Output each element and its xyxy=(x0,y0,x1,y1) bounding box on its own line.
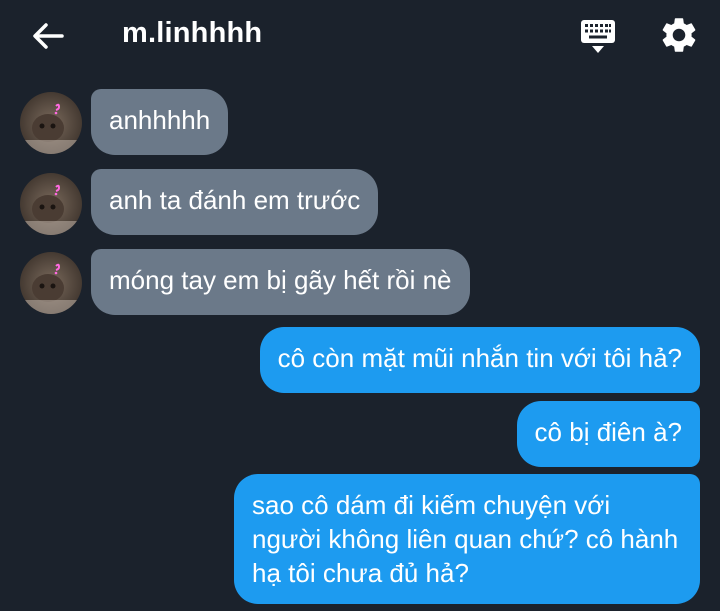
message-bubble-incoming[interactable]: anh ta đánh em trước xyxy=(91,169,379,235)
message-text: anhhhhh xyxy=(109,105,211,135)
message-bubble-incoming[interactable]: anhhhhh xyxy=(91,89,229,155)
gear-icon xyxy=(662,18,696,52)
message-text: sao cô dám đi kiếm chuyện với người khôn… xyxy=(252,490,679,588)
message-bubble-outgoing[interactable]: sao cô dám đi kiếm chuyện với người khôn… xyxy=(234,474,700,604)
cat-avatar-image xyxy=(20,252,82,314)
conversation-title: m.linhhhh xyxy=(122,17,263,49)
keyboard-button[interactable] xyxy=(578,16,618,56)
cat-avatar-image xyxy=(20,173,82,235)
message-text: anh ta đánh em trước xyxy=(109,185,361,215)
avatar[interactable] xyxy=(20,252,82,314)
avatar[interactable] xyxy=(20,92,82,154)
cat-avatar-image xyxy=(20,92,82,154)
avatar[interactable] xyxy=(20,173,82,235)
message-bubble-incoming[interactable]: móng tay em bị gãy hết rồi nè xyxy=(91,249,470,315)
message-text: cô bị điên à? xyxy=(534,417,682,447)
back-button[interactable] xyxy=(28,18,68,54)
arrow-left-icon xyxy=(33,23,64,49)
chat-header: m.linhhhh xyxy=(0,0,720,72)
keyboard-icon xyxy=(581,20,615,53)
message-bubble-outgoing[interactable]: cô còn mặt mũi nhắn tin với tôi hả? xyxy=(259,327,700,393)
message-bubble-outgoing[interactable]: cô bị điên à? xyxy=(516,401,700,467)
message-text: móng tay em bị gãy hết rồi nè xyxy=(109,265,452,295)
message-text: cô còn mặt mũi nhắn tin với tôi hả? xyxy=(277,343,682,373)
settings-button[interactable] xyxy=(658,14,700,56)
